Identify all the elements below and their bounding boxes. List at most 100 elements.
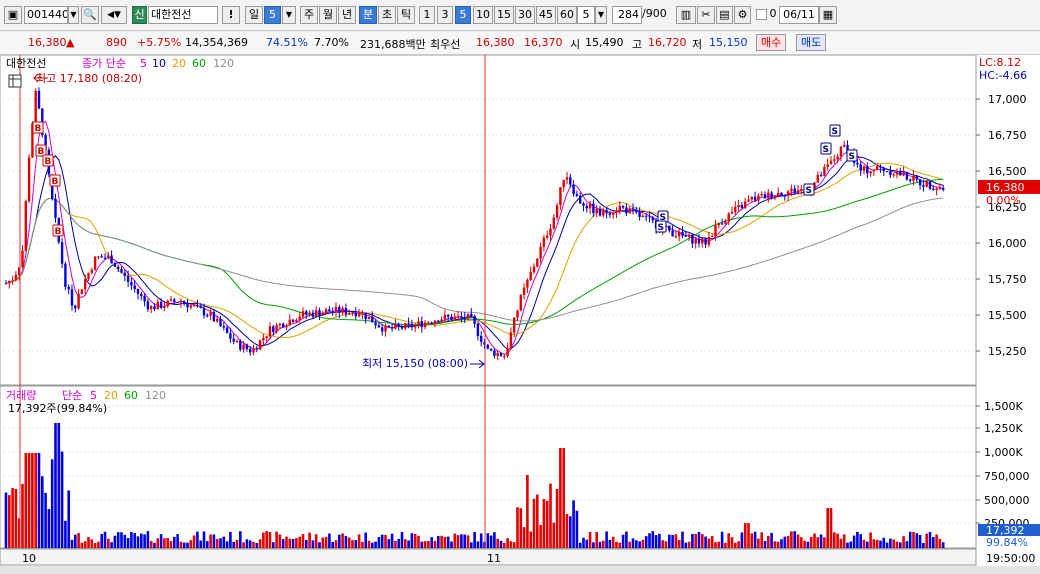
gear-icon[interactable]: ⚙ xyxy=(734,6,751,24)
chart-svg[interactable]: BBBBBSSSSSS 대한전선 종가 단순 10 5 20 60 120 최고… xyxy=(0,54,1040,567)
volume-bar xyxy=(470,542,473,548)
company-name-field[interactable]: 대한전선 xyxy=(148,6,218,24)
daily-count[interactable]: 5 xyxy=(264,6,281,24)
search-icon[interactable]: 🔍 xyxy=(81,6,99,24)
volume-bar xyxy=(935,534,938,548)
candle-body xyxy=(186,303,189,308)
scissors-icon[interactable]: ✂ xyxy=(697,6,715,24)
volume-bar xyxy=(519,508,523,548)
volume-bar xyxy=(826,508,829,548)
candle-body xyxy=(678,231,681,237)
candle-body xyxy=(192,305,196,307)
yearly-button[interactable]: 년 xyxy=(338,6,356,24)
weekly-button[interactable]: 주 xyxy=(300,6,318,24)
interval-60[interactable]: 60 xyxy=(557,6,577,24)
volume-bar xyxy=(823,537,826,548)
candle-body xyxy=(532,266,536,273)
volume-bar xyxy=(196,531,199,548)
buy-signal-label: B xyxy=(45,157,52,167)
stock-code-input[interactable]: 001440 xyxy=(24,6,68,24)
candle-body xyxy=(668,225,671,231)
tick-button[interactable]: 틱 xyxy=(397,6,415,24)
period-checkbox[interactable] xyxy=(756,9,767,20)
volume-bar xyxy=(641,539,645,548)
volume-bar xyxy=(783,536,787,548)
candle-body xyxy=(123,272,126,276)
volume-bar xyxy=(278,534,282,548)
table-icon[interactable] xyxy=(8,74,22,88)
interval-1[interactable]: 1 xyxy=(419,6,435,24)
candle-body xyxy=(146,301,150,310)
speaker-icon[interactable]: ◀▼ xyxy=(101,6,127,24)
candle-body xyxy=(136,289,140,294)
volume-bar xyxy=(677,539,681,548)
buy-button[interactable]: 매수 xyxy=(756,34,787,51)
sell-signal-label: S xyxy=(806,186,812,196)
volume-bar xyxy=(545,500,549,548)
candle-body xyxy=(282,323,285,328)
volume-bar xyxy=(489,535,493,548)
high-price: 16,720 xyxy=(648,36,687,49)
chart-area[interactable]: BBBBBSSSSSS 대한전선 종가 단순 10 5 20 60 120 최고… xyxy=(0,54,1040,567)
candle-body xyxy=(737,204,740,207)
candle-body xyxy=(110,255,113,264)
volume-bar xyxy=(186,542,189,548)
chart-type-icon[interactable]: ▥ xyxy=(676,6,696,24)
minute-button[interactable]: 분 xyxy=(359,6,377,24)
interval-45[interactable]: 45 xyxy=(536,6,556,24)
candle-body xyxy=(876,166,879,170)
volume-bar xyxy=(126,538,130,548)
candle-body xyxy=(522,287,526,295)
candle-body xyxy=(780,192,783,196)
price-axis-label: 15,750 xyxy=(988,273,1027,286)
interval-10[interactable]: 10 xyxy=(473,6,493,24)
volume-bar xyxy=(215,538,219,548)
candle-body xyxy=(371,317,374,323)
interval-3[interactable]: 3 xyxy=(437,6,453,24)
volume-bar xyxy=(21,483,24,548)
candle-body xyxy=(608,213,612,215)
interval-30[interactable]: 30 xyxy=(515,6,535,24)
save-icon[interactable]: ▤ xyxy=(716,6,733,24)
monthly-button[interactable]: 월 xyxy=(319,6,337,24)
menu-icon[interactable]: ▣ xyxy=(4,6,22,24)
code-dropdown-icon[interactable]: ▼ xyxy=(68,6,79,24)
candle-body xyxy=(777,192,780,196)
volume-bar xyxy=(753,531,757,548)
candle-body xyxy=(638,212,641,218)
daily-dropdown-icon[interactable]: ▼ xyxy=(282,6,296,24)
interval-15[interactable]: 15 xyxy=(494,6,514,24)
candle-body xyxy=(387,325,390,328)
candle-body xyxy=(621,205,625,208)
bar-count-input[interactable]: 284 xyxy=(612,6,642,24)
sell-button[interactable]: 매도 xyxy=(796,34,827,51)
candle-body xyxy=(839,146,843,157)
volume-bar xyxy=(397,538,400,548)
candle-body xyxy=(453,316,456,321)
interval-select[interactable]: 5 xyxy=(577,6,595,24)
candle-body xyxy=(414,324,417,328)
volume-bar xyxy=(400,531,404,548)
time-label-10: 10 xyxy=(22,552,36,565)
candle-body xyxy=(932,188,935,191)
volume-bar xyxy=(275,531,278,548)
second-button[interactable]: 초 xyxy=(378,6,396,24)
volume-bar xyxy=(506,538,509,548)
volume-bar xyxy=(301,534,305,548)
candle-body xyxy=(443,314,447,320)
interval-5[interactable]: 5 xyxy=(455,6,471,24)
date-input[interactable]: 06/11 xyxy=(779,6,819,24)
calendar-icon[interactable]: ▦ xyxy=(819,6,837,24)
daily-button[interactable]: 일 xyxy=(245,6,263,24)
volume-bar xyxy=(714,542,717,548)
candle-body xyxy=(130,281,133,286)
alert-button[interactable]: ! xyxy=(222,6,240,24)
volume-bar xyxy=(575,510,579,548)
interval-dropdown-icon[interactable]: ▼ xyxy=(595,6,607,24)
volume-bar xyxy=(925,533,928,548)
candle-body xyxy=(8,280,11,284)
volume-bar xyxy=(750,533,754,548)
volume-bar xyxy=(324,537,328,548)
volume-bar xyxy=(156,538,160,548)
volume-bar xyxy=(915,533,919,548)
